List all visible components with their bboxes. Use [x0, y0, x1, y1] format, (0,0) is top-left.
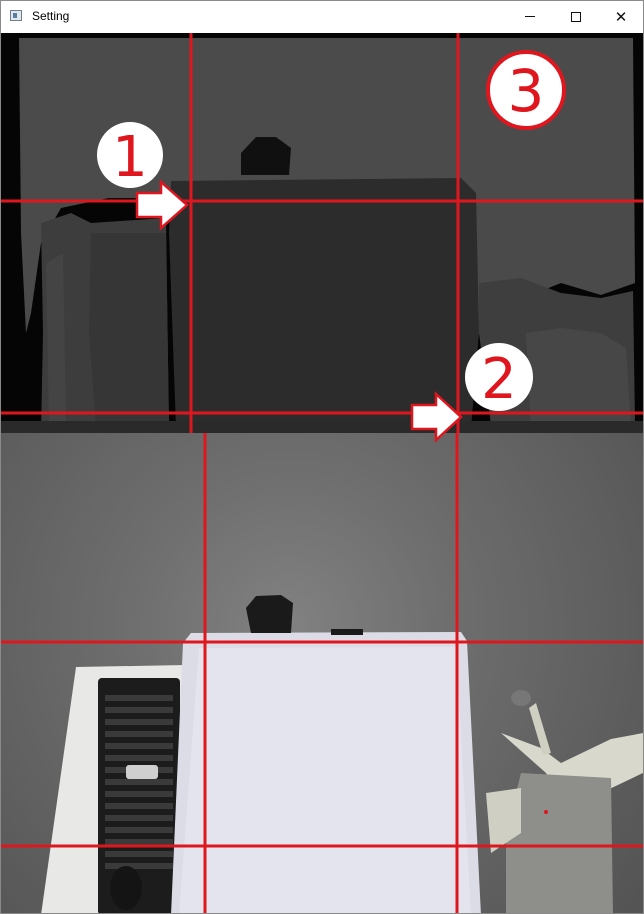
- guide-overlay: 1 2 3: [1, 33, 643, 913]
- arrow-right-icon: [410, 391, 463, 443]
- setting-window: Setting ✕ 1 2 3: [0, 0, 644, 914]
- marker-1: 1: [97, 122, 163, 190]
- marker-3: 3: [486, 50, 566, 130]
- marker-2: 2: [465, 343, 533, 412]
- marker-1-label: 1: [112, 125, 148, 190]
- marker-3-label: 3: [508, 57, 545, 125]
- marker-2-label: 2: [481, 347, 517, 412]
